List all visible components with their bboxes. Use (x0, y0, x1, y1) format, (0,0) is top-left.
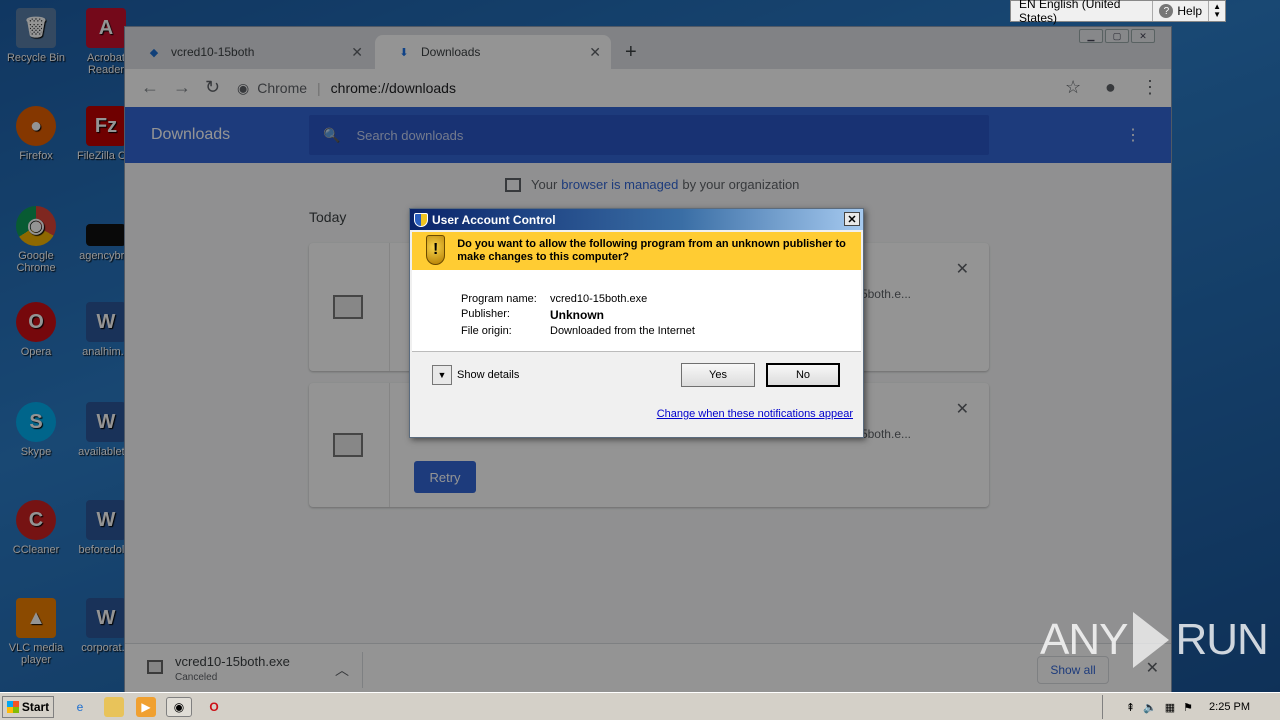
system-tray: ⇞ 🔈 ▦ ⚑ 2:25 PM (1102, 695, 1280, 719)
program-name-row: Program name: vcred10-15both.exe (461, 293, 648, 305)
uac-program-info: Program name: vcred10-15both.exe Publish… (412, 270, 861, 352)
change-notifications-link[interactable]: Change when these notifications appear (657, 408, 853, 420)
language-bar: EN English (United States) ? Help ▲ ▼ (1010, 0, 1226, 25)
ie-icon[interactable]: e (70, 697, 90, 717)
windows-logo-icon (6, 701, 19, 713)
tray-arrow-icon[interactable]: ⇞ (1126, 701, 1135, 714)
taskbar: Start e ▶ ◉ O ⇞ 🔈 ▦ ⚑ 2:25 PM (0, 692, 1280, 720)
options-arrows-icon[interactable]: ▲ ▼ (1209, 3, 1225, 19)
publisher: Unknown (550, 308, 604, 322)
explorer-icon[interactable] (104, 697, 124, 717)
clock[interactable]: 2:25 PM (1209, 701, 1250, 713)
anyrun-watermark: ANY RUN (1040, 612, 1269, 668)
play-logo-icon (1133, 612, 1170, 668)
file-origin-row: File origin: Downloaded from the Interne… (461, 325, 695, 337)
help-button[interactable]: ? Help (1153, 1, 1210, 21)
no-button[interactable]: No (766, 363, 840, 387)
yes-button[interactable]: Yes (681, 363, 755, 387)
language-selector[interactable]: EN English (United States) (1011, 0, 1154, 25)
uac-dialog: User Account Control ✕ ! Do you want to … (409, 208, 864, 438)
media-player-icon[interactable]: ▶ (136, 697, 156, 717)
file-origin: Downloaded from the Internet (550, 325, 695, 337)
uac-title-bar: User Account Control ✕ (410, 209, 863, 230)
opera-taskbar-icon[interactable]: O (204, 697, 224, 717)
network-icon[interactable]: ▦ (1165, 701, 1175, 714)
shield-icon (414, 212, 428, 227)
flag-icon[interactable]: ⚑ (1183, 701, 1193, 714)
publisher-row: Publisher: Unknown (461, 308, 604, 322)
volume-icon[interactable]: 🔈 (1143, 701, 1157, 714)
start-button[interactable]: Start (2, 696, 54, 718)
warning-shield-icon: ! (426, 235, 446, 265)
help-icon: ? (1159, 4, 1174, 18)
uac-warning-banner: ! Do you want to allow the following pro… (412, 232, 861, 270)
program-name: vcred10-15both.exe (550, 293, 648, 305)
close-icon[interactable]: ✕ (844, 212, 860, 226)
chrome-taskbar-icon[interactable]: ◉ (166, 697, 192, 717)
show-details-toggle[interactable]: ▼ Show details (432, 365, 519, 385)
chevron-down-icon[interactable]: ▼ (432, 365, 452, 385)
uac-question: Do you want to allow the following progr… (457, 238, 846, 263)
